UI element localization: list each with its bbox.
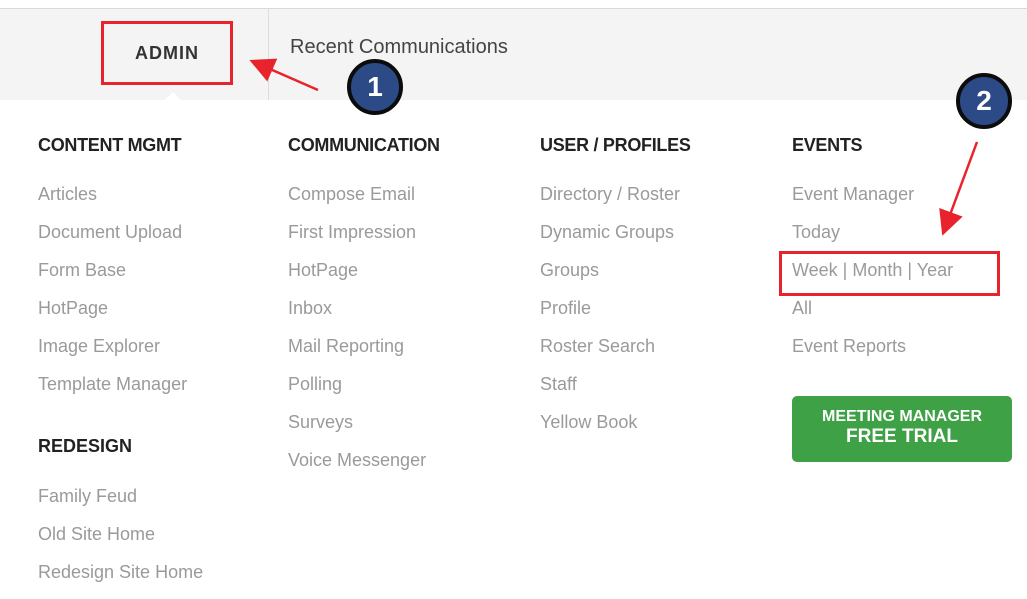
menu-item-event-reports[interactable]: Event Reports — [792, 335, 953, 373]
menu-item-redesign-site-home[interactable]: Redesign Site Home — [38, 561, 203, 599]
column-heading: CONTENT MGMT — [38, 135, 182, 155]
menu-item-directory-roster[interactable]: Directory / Roster — [540, 183, 691, 221]
callout-badge-1: 1 — [347, 59, 403, 115]
menu-item-old-site-home[interactable]: Old Site Home — [38, 523, 203, 561]
menu-item-compose-email[interactable]: Compose Email — [288, 183, 440, 221]
column-heading: COMMUNICATION — [288, 135, 440, 155]
menu-column-content-mgmt: CONTENT MGMT Articles Document Upload Fo… — [38, 134, 187, 411]
menu-item-form-base[interactable]: Form Base — [38, 259, 187, 297]
menu-item-polling[interactable]: Polling — [288, 373, 440, 411]
column-heading-redesign: REDESIGN — [38, 436, 133, 456]
menu-column-user-profiles: USER / PROFILES Directory / Roster Dynam… — [540, 134, 691, 449]
menu-item-document-upload[interactable]: Document Upload — [38, 221, 187, 259]
column-heading: EVENTS — [792, 135, 863, 155]
menu-item-hotpage[interactable]: HotPage — [288, 259, 440, 297]
cta-line-1: MEETING MANAGER — [822, 408, 982, 425]
menu-item-voice-messenger[interactable]: Voice Messenger — [288, 449, 440, 487]
dropdown-caret-icon — [164, 92, 182, 101]
column-heading: USER / PROFILES — [540, 135, 691, 155]
menu-item-roster-search[interactable]: Roster Search — [540, 335, 691, 373]
menu-item-groups[interactable]: Groups — [540, 259, 691, 297]
menu-item-all[interactable]: All — [792, 297, 953, 335]
menu-item-inbox[interactable]: Inbox — [288, 297, 440, 335]
menu-item-profile[interactable]: Profile — [540, 297, 691, 335]
callout-badge-2: 2 — [956, 73, 1012, 129]
menu-item-dynamic-groups[interactable]: Dynamic Groups — [540, 221, 691, 259]
meeting-manager-trial-button[interactable]: MEETING MANAGER FREE TRIAL — [792, 396, 1012, 462]
cta-line-2: FREE TRIAL — [846, 426, 958, 447]
menu-list-redesign: Family Feud Old Site Home Redesign Site … — [38, 485, 203, 599]
recent-communications-nav-tab[interactable]: Recent Communications — [290, 36, 508, 59]
menu-item-staff[interactable]: Staff — [540, 373, 691, 411]
menu-item-hotpage[interactable]: HotPage — [38, 297, 187, 335]
menu-item-first-impression[interactable]: First Impression — [288, 221, 440, 259]
highlight-box-week-month-year — [779, 251, 1000, 296]
menu-item-event-manager[interactable]: Event Manager — [792, 183, 953, 221]
menu-item-articles[interactable]: Articles — [38, 183, 187, 221]
nav-divider — [268, 8, 269, 100]
menu-item-yellow-book[interactable]: Yellow Book — [540, 411, 691, 449]
menu-item-mail-reporting[interactable]: Mail Reporting — [288, 335, 440, 373]
menu-item-image-explorer[interactable]: Image Explorer — [38, 335, 187, 373]
menu-item-family-feud[interactable]: Family Feud — [38, 485, 203, 523]
admin-nav-tab[interactable]: ADMIN — [101, 21, 233, 85]
menu-column-communication: COMMUNICATION Compose Email First Impres… — [288, 134, 440, 487]
menu-item-surveys[interactable]: Surveys — [288, 411, 440, 449]
menu-item-template-manager[interactable]: Template Manager — [38, 373, 187, 411]
